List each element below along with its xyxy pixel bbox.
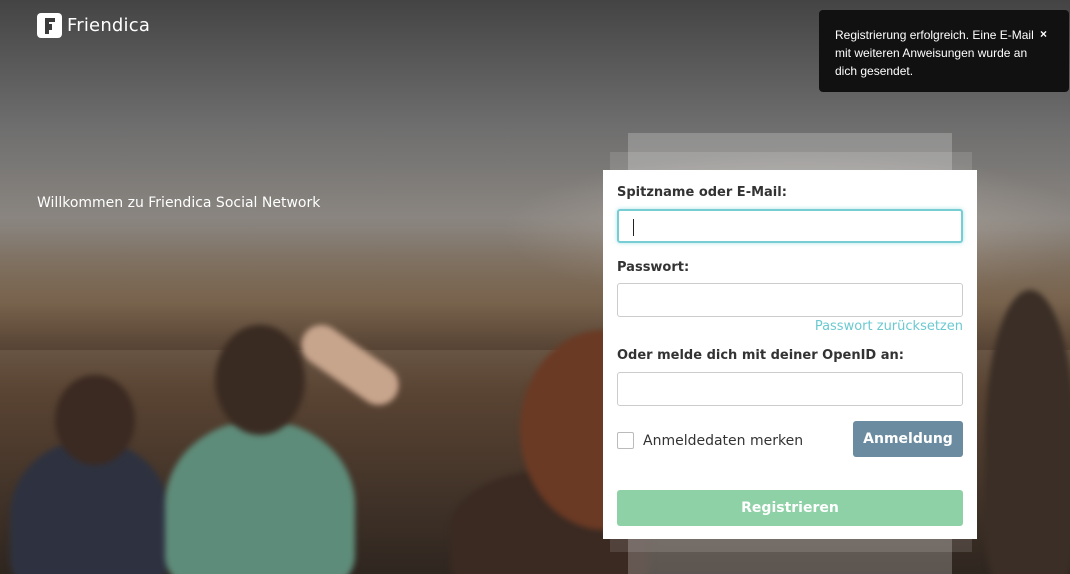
openid-label: Oder melde dich mit deiner OpenID an: bbox=[617, 348, 904, 363]
close-icon[interactable]: × bbox=[1040, 25, 1047, 43]
password-label: Passwort: bbox=[617, 260, 690, 275]
welcome-text: Willkommen zu Friendica Social Network bbox=[37, 195, 321, 211]
reset-password-link[interactable]: Passwort zurücksetzen bbox=[815, 319, 963, 334]
friendica-logo-icon bbox=[37, 13, 62, 38]
register-button[interactable]: Registrieren bbox=[617, 490, 963, 526]
remember-me[interactable]: Anmeldedaten merken bbox=[617, 432, 803, 449]
text-caret bbox=[633, 219, 634, 236]
brand-name: Friendica bbox=[67, 15, 151, 36]
openid-field[interactable] bbox=[617, 372, 963, 406]
background-figure bbox=[165, 420, 355, 574]
background-figure bbox=[215, 325, 305, 435]
username-field[interactable] bbox=[617, 209, 963, 243]
remember-label: Anmeldedaten merken bbox=[643, 432, 804, 449]
username-label: Spitzname oder E-Mail: bbox=[617, 185, 787, 200]
toast-message: Registrierung erfolgreich. Eine E-Mail m… bbox=[835, 28, 1034, 78]
password-field[interactable] bbox=[617, 283, 963, 317]
remember-checkbox[interactable] bbox=[617, 432, 634, 449]
background-figure bbox=[985, 290, 1070, 574]
notification-toast: Registrierung erfolgreich. Eine E-Mail m… bbox=[819, 10, 1069, 92]
brand[interactable]: Friendica bbox=[37, 13, 150, 38]
login-panel: Spitzname oder E-Mail: Passwort: Passwor… bbox=[603, 170, 977, 539]
background-figure bbox=[55, 375, 135, 465]
login-button[interactable]: Anmeldung bbox=[853, 421, 963, 457]
